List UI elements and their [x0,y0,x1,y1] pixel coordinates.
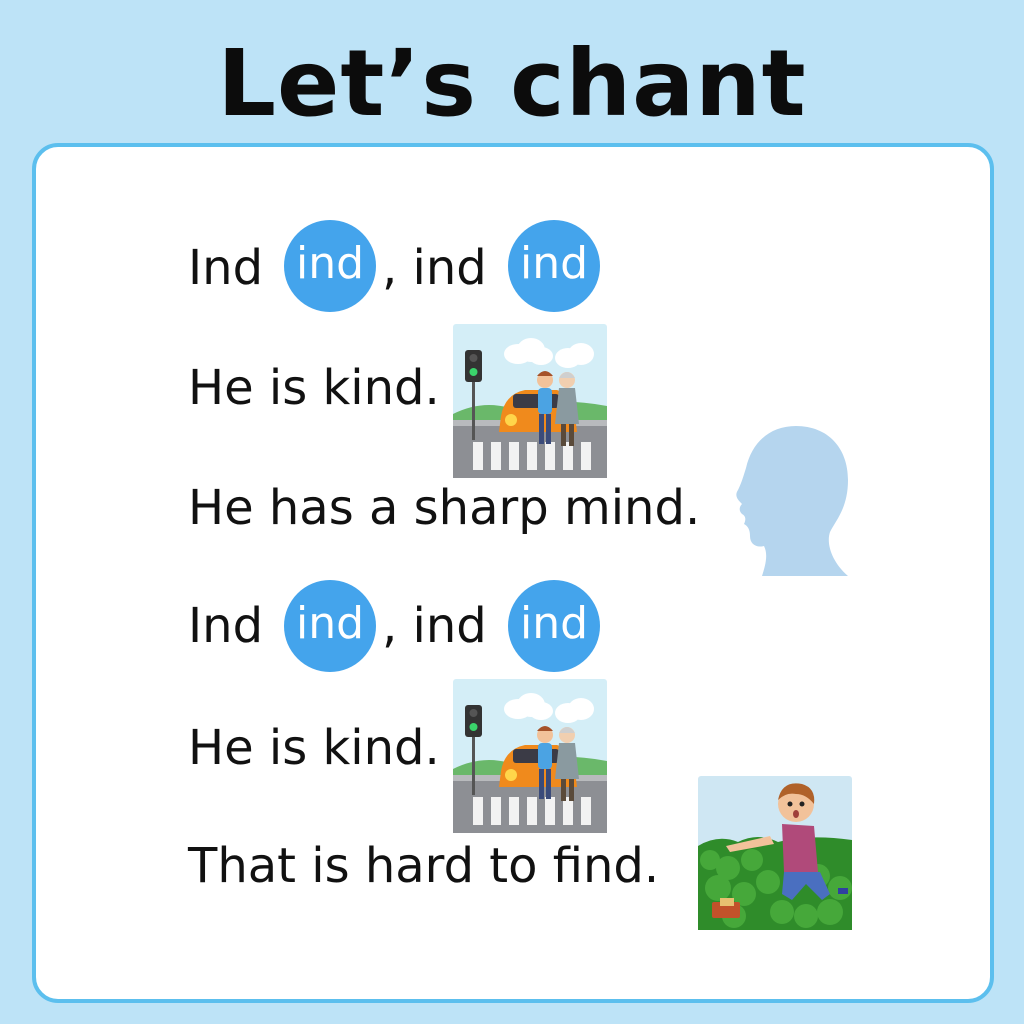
crosswalk-kind-boy-illustration [453,324,607,478]
chant-line-1-prefix: Ind [188,240,264,296]
chant-line-3: He has a sharp mind. [188,480,701,536]
chant-line-2: He is kind. [188,360,440,416]
ind-bubble: ind [508,580,600,672]
chant-line-4-prefix: Ind [188,598,264,654]
ind-bubble: ind [284,220,376,312]
chant-line-6: That is hard to find. [188,838,660,894]
ind-bubble: ind [508,220,600,312]
chant-line-1-middle: , ind [382,240,487,296]
page-title: Let’s chant [217,30,807,137]
chant-line-5: He is kind. [188,720,440,776]
chant-line-4-middle: , ind [382,598,487,654]
head-silhouette-icon [736,426,848,576]
boy-finding-wallet-illustration [698,776,852,930]
ind-bubble: ind [284,580,376,672]
crosswalk-kind-boy-illustration [453,679,607,833]
